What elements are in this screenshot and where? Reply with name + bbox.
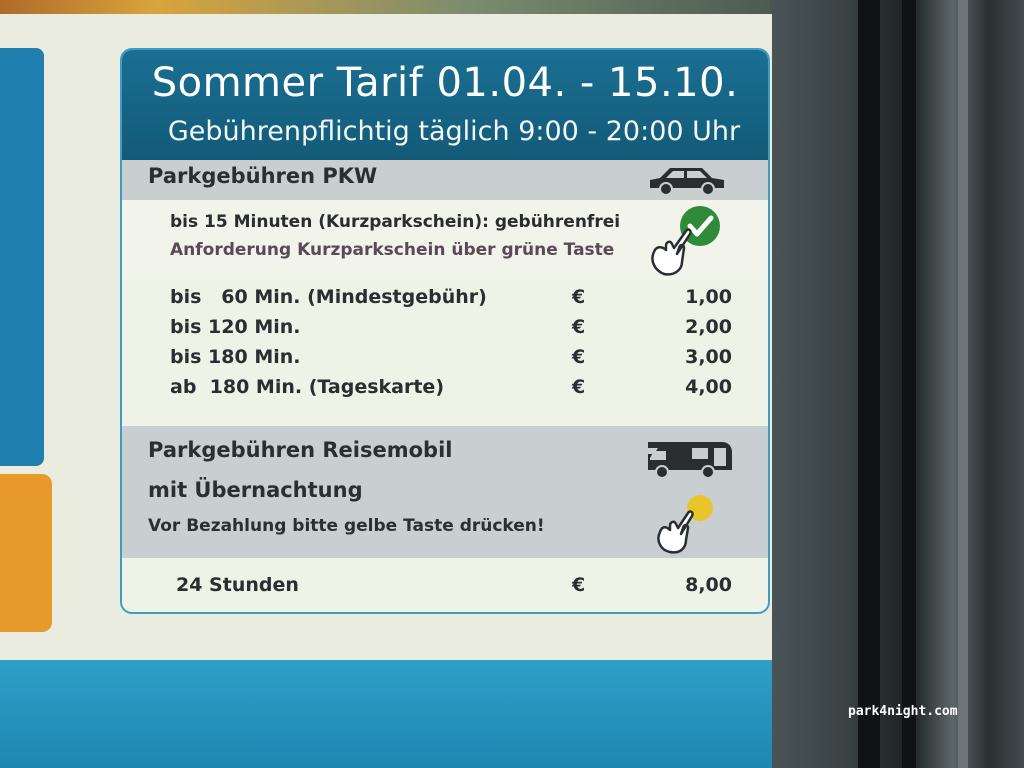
side-panel-blue [0,48,44,466]
pkw-section-header: Parkgebühren PKW [122,160,768,200]
watermark: park4night.com [848,704,958,719]
rate-currency: € [572,574,586,596]
rate-duration: bis 60 Min. (Mindestgebühr) [170,286,487,308]
meter-housing [770,0,1024,768]
rate-duration: 24 Stunden [176,574,299,596]
rate-currency: € [572,286,586,308]
housing-edge [958,0,968,768]
reisemobil-rate-row: 24 Stunden € 8,00 [170,574,732,602]
housing-edge [858,0,880,768]
rate-currency: € [572,346,586,368]
rate-amount: 8,00 [685,574,732,596]
rate-duration: bis 120 Min. [170,316,301,338]
rate-amount: 4,00 [685,376,732,398]
operating-hours: Gebührenpflichtig täglich 9:00 - 20:00 U… [167,116,741,147]
tariff-header: Sommer Tarif 01.04. - 15.10. Gebührenpfl… [122,50,768,160]
housing-edge [902,0,916,768]
short-parking-rule: bis 15 Minuten (Kurzparkschein): gebühre… [170,212,621,232]
rate-row: bis 180 Min. € 3,00 [170,346,732,374]
rate-amount: 1,00 [685,286,732,308]
rate-duration: bis 180 Min. [170,346,301,368]
reisemobil-subtitle: mit Übernachtung [148,478,363,502]
reisemobil-hint: Vor Bezahlung bitte gelbe Taste drücken! [148,516,545,536]
motorhome-icon [648,442,732,479]
rate-currency: € [572,376,586,398]
rate-amount: 2,00 [685,316,732,338]
short-parking-hint: Anforderung Kurzparkschein über grüne Ta… [170,240,615,260]
green-check-button-icon[interactable] [644,204,724,278]
rate-amount: 3,00 [685,346,732,368]
rate-currency: € [572,316,586,338]
rate-duration: ab 180 Min. (Tageskarte) [170,376,444,398]
reisemobil-title: Parkgebühren Reisemobil [148,438,453,462]
rate-row: bis 120 Min. € 2,00 [170,316,732,344]
bottom-bar [0,660,772,768]
car-icon [650,168,724,196]
reisemobil-section-header: Parkgebühren Reisemobil mit Übernachtung… [122,426,768,558]
rate-row: bis 60 Min. (Mindestgebühr) € 1,00 [170,286,732,314]
yellow-button-icon[interactable] [652,492,722,554]
pkw-section-title: Parkgebühren PKW [148,164,378,188]
side-panel-orange [0,474,52,632]
tariff-title: Sommer Tarif 01.04. - 15.10. [151,60,739,106]
rate-row: ab 180 Min. (Tageskarte) € 4,00 [170,376,732,404]
tariff-card: Sommer Tarif 01.04. - 15.10. Gebührenpfl… [120,48,770,614]
